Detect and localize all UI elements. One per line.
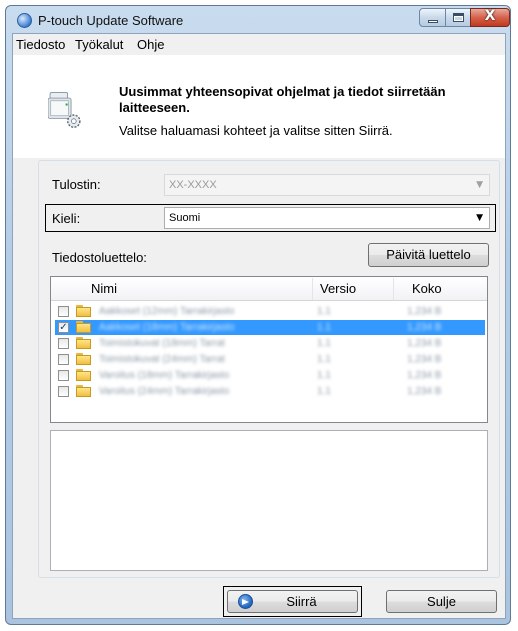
column-divider[interactable] (393, 278, 394, 300)
app-icon (17, 13, 32, 28)
menu-tools[interactable]: Työkalut (75, 37, 123, 52)
row-version: 1.1 (317, 354, 331, 365)
menu-file[interactable]: Tiedosto (16, 37, 65, 52)
row-version: 1.1 (317, 338, 331, 349)
row-checkbox[interactable] (58, 338, 69, 349)
row-checkbox[interactable]: ✓ (58, 322, 69, 333)
row-version: 1.1 (317, 306, 331, 317)
column-version[interactable]: Versio (320, 281, 356, 296)
menu-help[interactable]: Ohje (137, 37, 164, 52)
row-size: 1,234 B (407, 354, 442, 365)
language-select[interactable]: Suomi ▼ (164, 207, 490, 229)
folder-icon (76, 337, 91, 349)
column-size[interactable]: Koko (412, 281, 442, 296)
row-version: 1.1 (317, 386, 331, 397)
row-checkbox[interactable] (58, 306, 69, 317)
row-checkbox[interactable] (58, 354, 69, 365)
close-icon: X (484, 8, 496, 24)
printer-gear-icon (48, 92, 81, 128)
transfer-button[interactable]: Siirrä (227, 590, 358, 613)
row-name: Varoitus (18mm) Tarrakirjasto (99, 370, 230, 381)
window-title: P-touch Update Software (38, 13, 184, 28)
table-row[interactable]: Aakkoset (12mm) Tarrakirjasto 1.1 1,234 B (55, 304, 485, 319)
table-row[interactable]: Toimistokuvat (18mm) Tarrat 1.1 1,234 B (55, 336, 485, 351)
row-version: 1.1 (317, 322, 331, 333)
chevron-down-icon: ▼ (476, 180, 483, 190)
row-version: 1.1 (317, 370, 331, 381)
row-size: 1,234 B (407, 386, 442, 397)
table-row[interactable]: Varoitus (24mm) Tarrakirjasto 1.1 1,234 B (55, 384, 485, 399)
row-size: 1,234 B (407, 306, 442, 317)
folder-icon (76, 353, 91, 365)
table-row[interactable]: Varoitus (18mm) Tarrakirjasto 1.1 1,234 B (55, 368, 485, 383)
folder-icon (76, 305, 91, 317)
folder-icon (76, 321, 91, 333)
info-message: Valitse haluamasi kohteet ja valitse sit… (119, 123, 393, 138)
table-row[interactable]: ✓ Aakkoset (18mm) Tarrakirjasto 1.1 1,234 B (55, 320, 485, 335)
printer-select: XX-XXXX ▼ (164, 174, 490, 196)
language-label: Kieli: (52, 211, 81, 226)
chevron-down-icon: ▼ (476, 213, 483, 223)
row-name: Aakkoset (18mm) Tarrakirjasto (99, 322, 235, 333)
printer-value: XX-XXXX (169, 179, 217, 191)
row-size: 1,234 B (407, 322, 442, 333)
printer-label: Tulostin: (52, 177, 101, 192)
row-name: Toimistokuvat (24mm) Tarrat (99, 354, 225, 365)
column-divider[interactable] (312, 278, 313, 300)
row-checkbox[interactable] (58, 370, 69, 381)
maximize-button[interactable] (445, 8, 471, 27)
info-message-bold: Uusimmat yhteensopivat ohjelmat ja tiedo… (119, 84, 446, 115)
close-window-button[interactable]: X (470, 8, 510, 27)
row-size: 1,234 B (407, 338, 442, 349)
folder-icon (76, 369, 91, 381)
refresh-list-button[interactable]: Päivitä luettelo (368, 243, 489, 267)
close-button[interactable]: Sulje (386, 590, 497, 613)
file-list-label: Tiedostoluettelo: (52, 250, 147, 265)
language-value: Suomi (169, 212, 201, 224)
column-name[interactable]: Nimi (91, 281, 117, 296)
row-name: Varoitus (24mm) Tarrakirjasto (99, 386, 230, 397)
transfer-arrow-icon (238, 594, 253, 609)
folder-icon (76, 385, 91, 397)
description-box (50, 430, 488, 571)
minimize-button[interactable] (419, 8, 446, 27)
table-row[interactable]: Toimistokuvat (24mm) Tarrat 1.1 1,234 B (55, 352, 485, 367)
row-size: 1,234 B (407, 370, 442, 381)
row-name: Aakkoset (12mm) Tarrakirjasto (99, 306, 235, 317)
transfer-button-label: Siirrä (286, 594, 317, 609)
row-name: Toimistokuvat (18mm) Tarrat (99, 338, 225, 349)
row-checkbox[interactable] (58, 386, 69, 397)
